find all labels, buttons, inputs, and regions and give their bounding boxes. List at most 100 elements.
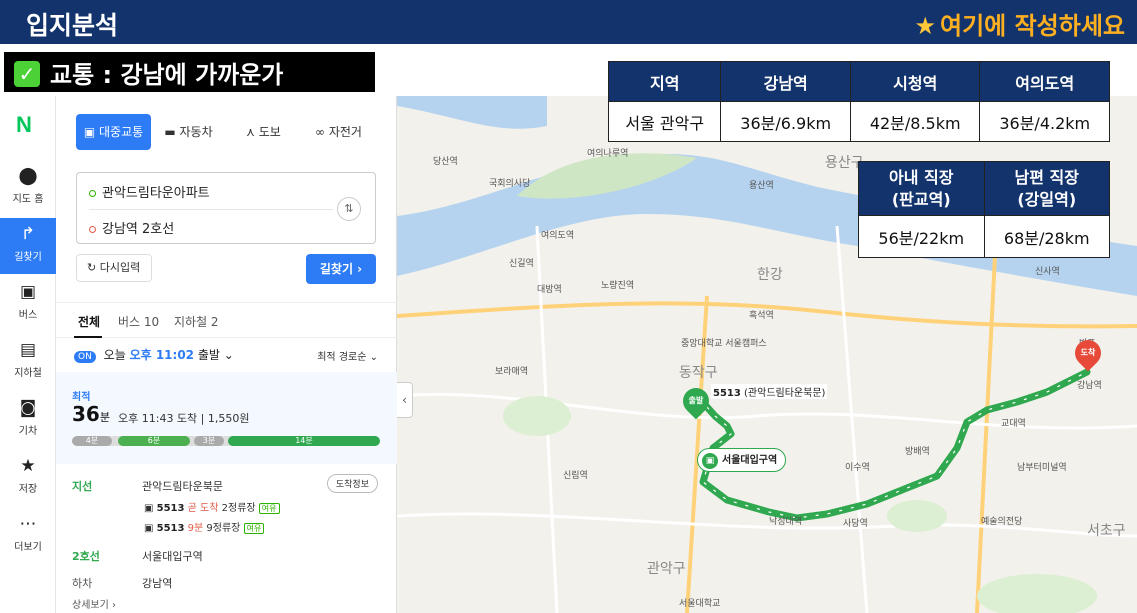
bus-status: 곧 도착	[187, 503, 219, 514]
tab-subway[interactable]: 지하철 2	[174, 313, 219, 330]
bus-icon: ▣	[19, 282, 37, 302]
step-place: 강남역	[142, 577, 173, 590]
reset-button[interactable]: ↻ 다시입력	[76, 254, 152, 282]
rail-item-label: 길찾기	[14, 252, 42, 263]
rail-item-label: 기차	[18, 426, 38, 437]
duration-unit: 분	[99, 411, 110, 424]
segment-walk: 4분	[72, 436, 112, 446]
star-icon: ★	[20, 456, 36, 476]
map-label: 서초구	[1087, 523, 1126, 539]
map-label: 사당역	[843, 519, 868, 529]
bus-number: 5513	[156, 523, 185, 534]
collapse-panel-button[interactable]: ‹	[397, 382, 413, 418]
sort-dropdown[interactable]: 최적 경로순 ⌄	[317, 348, 378, 363]
departure-time[interactable]: ON 오늘 오후 11:02 출발 ⌄	[74, 346, 234, 363]
bus-line-tag: 지선	[72, 480, 93, 493]
bus-icon: ▣	[144, 523, 157, 534]
start-marker[interactable]: 출발	[677, 382, 715, 420]
time-breakdown-bar: 4분 6분 3분 14분	[72, 436, 380, 446]
map-label: 흑석역	[749, 311, 774, 321]
active-tab-indicator	[74, 336, 102, 338]
rail-item-bus[interactable]: ▣ 버스	[0, 276, 56, 332]
bus-number: 5513	[156, 503, 185, 514]
search-route-button[interactable]: 길찾기 ›	[306, 254, 376, 284]
directions-icon: ↱	[20, 224, 36, 244]
rail-item-train[interactable]: ◙ 기차	[0, 392, 56, 448]
slide-title: 입지분석	[26, 11, 119, 40]
rail-item-directions[interactable]: ↱ 길찾기	[0, 218, 56, 274]
table-header: 아내 직장 (판교역)	[858, 161, 985, 216]
mode-label: 자동차	[179, 125, 213, 139]
origin-text: 관악드림타운아파트	[102, 186, 210, 201]
header-line: (강일역)	[1017, 189, 1077, 209]
route-summary[interactable]: 최적 36분 오후 11:43 도착 | 1,550원 4분 6분 3분 14분	[56, 372, 397, 464]
header-line: (판교역)	[891, 189, 951, 209]
map-label: 신사역	[1035, 267, 1060, 277]
rail-item-more[interactable]: ⋯ 더보기	[0, 508, 56, 564]
bus-icon: ▣	[144, 503, 157, 514]
map-label: 당산역	[433, 157, 458, 167]
start-marker-label: 출발	[688, 396, 704, 405]
depart-time-value: 오후 11:02	[129, 348, 195, 362]
slide-header: 입지분석 ★ 여기에 작성하세요	[0, 0, 1137, 44]
chevron-down-icon: ⌄	[369, 352, 378, 363]
map-label: 강남역	[1077, 381, 1102, 391]
map-label: 신길역	[509, 259, 534, 269]
arrival-info-button[interactable]: 도착정보	[326, 474, 378, 493]
origin-field[interactable]: 관악드림타운아파트	[89, 182, 210, 201]
details-link[interactable]: 상세보기 ›	[72, 596, 116, 611]
tab-bus[interactable]: 버스 10	[118, 313, 159, 330]
destination-dot-icon	[89, 226, 96, 233]
bus-arrival-row: ▣ 5513 곧 도착 2정류장 여유	[144, 499, 280, 514]
rail-item-map-home[interactable]: ⬤ 지도 홈	[0, 160, 56, 216]
nav-rail: N ⬤ 지도 홈 ↱ 길찾기 ▣ 버스 ▤ 지하철 ◙ 기차 ★ 저장 ⋯ 더보기	[0, 96, 56, 613]
map-label: 교대역	[1001, 419, 1026, 429]
tab-all[interactable]: 전체	[78, 313, 100, 330]
table-cell: 68분/28km	[983, 215, 1110, 258]
star-icon: ★	[914, 12, 936, 40]
subway-stop-label[interactable]: ▣ 서울대입구역	[697, 448, 787, 472]
route-input-box: 관악드림타운아파트 강남역 2호선 ⇅	[76, 172, 376, 244]
map-label: 관악구	[647, 561, 686, 577]
divider	[89, 209, 333, 210]
end-marker[interactable]: 도착	[1069, 334, 1107, 372]
route-duration: 36분	[72, 402, 110, 426]
segment-subway: 14분	[228, 436, 380, 446]
map-label: 노량진역	[601, 281, 635, 291]
subway-icon: ▤	[19, 340, 37, 360]
bus-stop-name: (관악드림타운북문)	[744, 388, 826, 399]
map-label: 한강	[757, 267, 783, 283]
destination-text: 강남역 2호선	[102, 222, 175, 237]
on-badge: ON	[74, 351, 96, 363]
table-header: 남편 직장 (강일역)	[983, 161, 1110, 216]
map-label: 이수역	[845, 463, 870, 473]
mode-walk[interactable]: ⋏ 도보	[226, 114, 301, 150]
crowd-badge: 여유	[243, 523, 265, 534]
map-label: 국회의사당	[489, 179, 531, 189]
destination-field[interactable]: 강남역 2호선	[89, 218, 174, 237]
segment-bus: 6분	[118, 436, 190, 446]
table-header: 여의도역	[979, 61, 1110, 102]
directions-panel: ▣ 대중교통 ▬ 자동차 ⋏ 도보 ∞ 자전거 관악드림타운아파트 강남역 2호…	[56, 96, 397, 613]
map-label: 낙성대역	[769, 517, 803, 527]
naver-logo[interactable]: N	[16, 112, 38, 137]
mode-transit[interactable]: ▣ 대중교통	[76, 114, 151, 150]
rail-item-label: 지도 홈	[12, 194, 44, 205]
mode-car[interactable]: ▬ 자동차	[151, 114, 226, 150]
swap-icon[interactable]: ⇅	[337, 197, 361, 221]
map-label: 동작구	[679, 365, 718, 381]
reset-label: 다시입력	[99, 261, 141, 274]
depart-suffix: 출발	[197, 348, 220, 362]
refresh-icon: ↻	[87, 261, 100, 274]
map-label: 여의나루역	[587, 149, 629, 159]
rail-item-saved[interactable]: ★ 저장	[0, 450, 56, 506]
rail-item-label: 더보기	[14, 542, 42, 553]
route-step: 2호선 서울대입구역	[72, 548, 203, 564]
checkbox-icon: ✓	[14, 61, 40, 87]
table-cell: 서울 관악구	[607, 101, 722, 142]
origin-dot-icon	[89, 190, 96, 197]
mode-bike[interactable]: ∞ 자전거	[301, 114, 376, 150]
bus-status: 9분	[187, 523, 204, 534]
map-label: 중앙대학교 서울캠퍼스	[681, 339, 767, 349]
rail-item-subway[interactable]: ▤ 지하철	[0, 334, 56, 390]
